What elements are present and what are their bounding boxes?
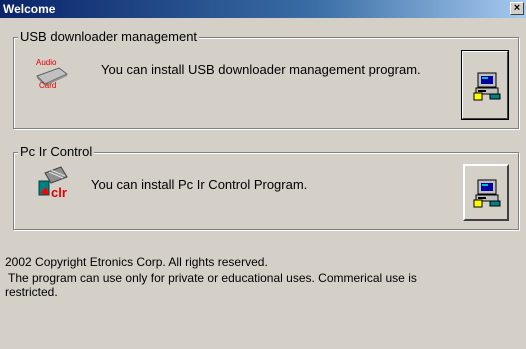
- clr-label: clr: [51, 185, 67, 199]
- usb-group-title: USB downloader management: [18, 29, 200, 44]
- pcir-group-title: Pc Ir Control: [18, 144, 95, 159]
- computer-install-icon: [473, 179, 501, 208]
- pcir-install-button[interactable]: [463, 164, 509, 221]
- computer-install-icon: [473, 72, 501, 101]
- usb-install-button[interactable]: [461, 50, 509, 120]
- usage-notice-line2: restricted.: [5, 285, 58, 299]
- usb-description: You can install USB downloader managemen…: [101, 62, 421, 77]
- usage-notice-line1: The program can use only for private or …: [8, 271, 417, 285]
- window-title: Welcome: [3, 2, 56, 16]
- audio-card-icon: Audio Card: [33, 54, 73, 90]
- close-button[interactable]: ×: [510, 2, 524, 15]
- card-label: Card: [39, 81, 56, 90]
- pcir-description: You can install Pc Ir Control Program.: [91, 177, 308, 192]
- usb-downloader-group: USB downloader management Audio Card You…: [13, 29, 519, 129]
- pc-ir-control-icon: clr: [37, 163, 77, 200]
- copyright-text: 2002 Copyright Etronics Corp. All rights…: [5, 255, 268, 269]
- audio-label: Audio: [36, 58, 57, 67]
- pc-ir-control-group: Pc Ir Control clr You can install Pc Ir …: [13, 144, 519, 230]
- title-bar: Welcome ×: [0, 0, 526, 18]
